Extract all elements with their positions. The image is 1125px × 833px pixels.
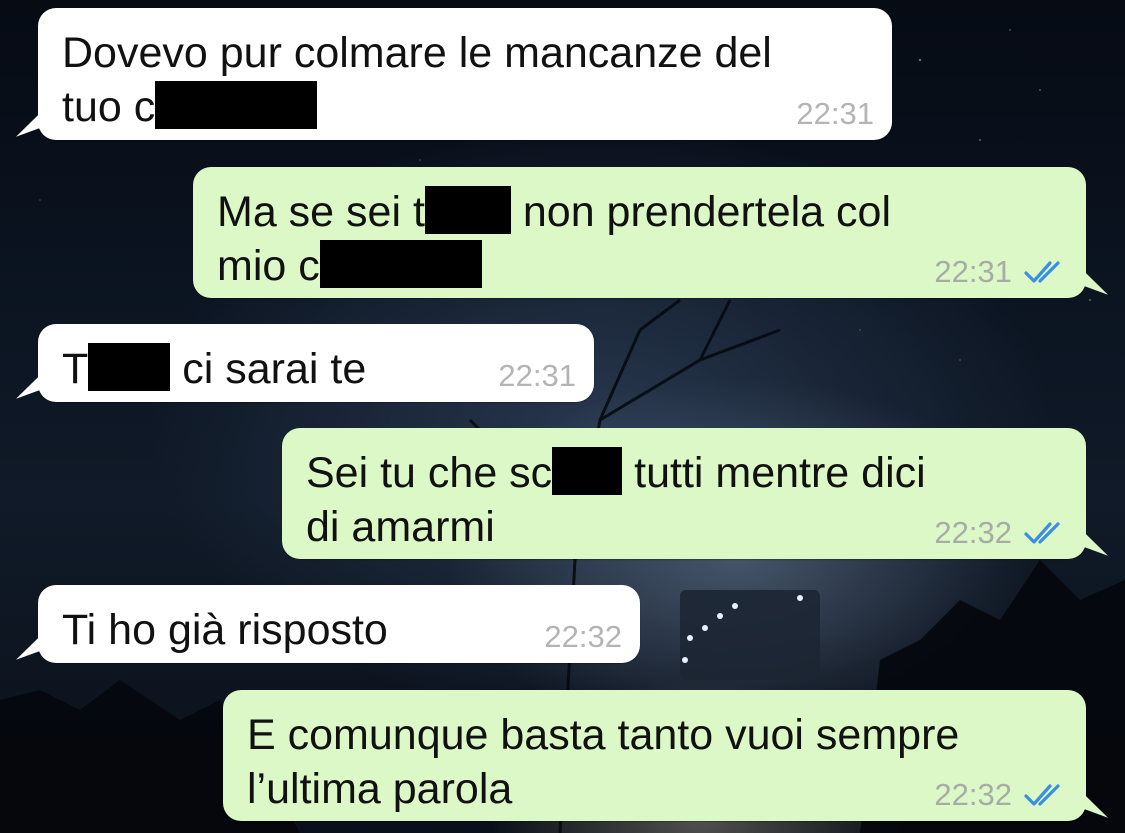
message-timestamp: 22:32 (934, 515, 1012, 550)
message-meta: 22:32 (934, 513, 1068, 553)
message-timestamp: 22:32 (934, 777, 1012, 812)
outgoing-message[interactable]: Sei tu che sc tutti mentre dici di amarm… (282, 428, 1108, 559)
redaction-block (88, 343, 171, 391)
bubble-tail (1082, 530, 1108, 556)
redaction-block (552, 447, 623, 495)
bubble-tail (16, 373, 42, 399)
message-timestamp: 22:32 (544, 619, 622, 654)
incoming-message[interactable]: Ti ho già risposto 22:32 (16, 585, 640, 663)
message-text-line: Sei tu che sc tutti mentre dici (306, 447, 926, 497)
incoming-message[interactable]: T ci sarai te 22:31 (16, 324, 594, 402)
message-text-line: Ti ho già risposto (62, 606, 388, 654)
message-text-line: E comunque basta tanto vuoi sempre (247, 711, 960, 759)
message-timestamp: 22:31 (934, 254, 1012, 289)
bubble-tail (1082, 792, 1108, 818)
double-check-icon (1024, 520, 1068, 546)
message-text-line: tuo c (62, 80, 868, 134)
bubble-tail (16, 634, 42, 660)
bubble-tail (16, 111, 42, 137)
redaction-block (424, 186, 511, 234)
incoming-message[interactable]: Dovevo pur colmare le mancanze del tuo c… (16, 8, 892, 140)
message-timestamp: 22:31 (796, 96, 874, 131)
message-meta: 22:31 (934, 252, 1068, 292)
outgoing-message[interactable]: Ma se sei t non prendertela col mio c 22… (193, 167, 1108, 298)
message-text-line: Dovevo pur colmare le mancanze del (62, 29, 772, 77)
message-text-line: Ma se sei t non prendertela col (217, 186, 892, 236)
double-check-icon (1024, 259, 1068, 285)
redaction-block (319, 240, 482, 288)
message-meta: 22:32 (934, 775, 1068, 815)
outgoing-message[interactable]: E comunque basta tanto vuoi sempre l’ult… (223, 690, 1108, 821)
message-timestamp: 22:31 (498, 358, 576, 393)
double-check-icon (1024, 782, 1068, 808)
message-text-line: T ci sarai te (62, 343, 367, 393)
redaction-block (155, 81, 318, 129)
bubble-tail (1082, 269, 1108, 295)
message-meta: 22:31 (796, 94, 874, 134)
message-meta: 22:31 (498, 356, 576, 396)
message-meta: 22:32 (544, 617, 622, 657)
chat-thread: Dovevo pur colmare le mancanze del tuo c… (0, 0, 1125, 833)
